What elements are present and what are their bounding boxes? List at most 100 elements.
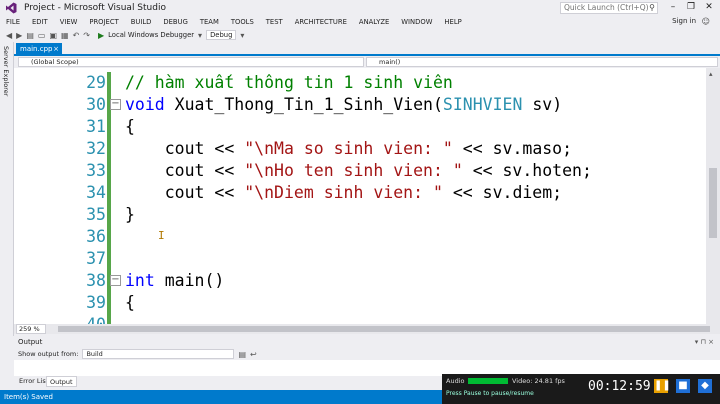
code-token: cout << [125, 161, 245, 180]
menu-tools[interactable]: TOOLS [225, 18, 260, 26]
scope-dropdown[interactable]: (Global Scope) [18, 57, 364, 67]
scroll-thumb[interactable] [709, 168, 717, 238]
change-indicator [107, 204, 111, 226]
tab-output[interactable]: Output [46, 376, 77, 387]
line-number: 35 [86, 205, 106, 224]
change-indicator [107, 226, 111, 248]
code-editor[interactable]: 29// hàm xuất thông tin 1 sinh viên 30− vo… [14, 68, 706, 324]
menu-edit[interactable]: EDIT [26, 18, 54, 26]
code-text: cout << "\nMa so sinh vien: " << sv.maso… [125, 138, 572, 160]
minimize-button[interactable]: – [664, 0, 682, 14]
code-token: void [125, 95, 165, 114]
code-line[interactable]: 31 { [14, 116, 706, 138]
code-token: << sv.maso; [452, 139, 573, 158]
open-icon[interactable]: ▭ [38, 31, 46, 40]
close-icon[interactable]: × [53, 43, 59, 55]
scroll-up-icon[interactable]: ▴ [709, 70, 713, 78]
function-dropdown[interactable]: main() [366, 57, 718, 67]
debugger-label[interactable]: Local Windows Debugger [108, 31, 194, 39]
code-line[interactable]: 38− int main() [14, 270, 706, 292]
code-line[interactable]: 37 [14, 248, 706, 270]
code-token: << sv.diem; [442, 183, 563, 202]
code-line[interactable]: 36 [14, 226, 706, 248]
code-line[interactable]: 35} [14, 204, 706, 226]
code-line[interactable]: 29 // hàm xuất thông tin 1 sinh viên [14, 72, 706, 94]
mouse-ibeam-cursor-icon: I [158, 229, 165, 242]
change-indicator [107, 72, 111, 94]
stop-icon[interactable]: ■ [676, 379, 690, 393]
navigation-bar: (Global Scope) main() [14, 56, 720, 68]
code-token: SINHVIEN [442, 95, 523, 114]
horizontal-scrollbar[interactable]: 259 % [14, 324, 720, 334]
clear-all-icon[interactable]: ▤ [238, 350, 246, 359]
pause-icon[interactable]: ❚❚ [654, 379, 671, 393]
feedback-icon[interactable]: ☺ [702, 17, 710, 26]
code-line[interactable]: 33 cout << "\nHo ten sinh vien: " << sv.… [14, 160, 706, 182]
menu-window[interactable]: WINDOW [395, 18, 438, 26]
code-text: cout << "\nDiem sinh vien: " << sv.diem; [125, 182, 562, 204]
recorder-hint: Press Pause to pause/resume [446, 390, 534, 397]
redo-icon[interactable]: ↷ [83, 31, 90, 40]
code-token: cout << [125, 139, 245, 158]
menu-debug[interactable]: DEBUG [157, 18, 193, 26]
code-token: << sv.hoten; [462, 161, 592, 180]
code-token: main() [154, 271, 225, 290]
tools-icon[interactable]: ◆ [698, 379, 712, 393]
save-all-icon[interactable]: ▦ [61, 31, 69, 40]
save-icon[interactable]: ▣ [49, 31, 57, 40]
code-line[interactable]: 40 [14, 314, 706, 324]
vertical-scrollbar[interactable]: ▴ [706, 68, 720, 324]
window-title: Project - Microsoft Visual Studio [24, 3, 166, 13]
forward-icon[interactable]: ▶ [16, 31, 22, 40]
menu-architecture[interactable]: ARCHITECTURE [289, 18, 353, 26]
change-indicator [107, 248, 111, 270]
output-panel: Output ▾ ⊓ × Show output from: Build ▤ ↩ [14, 336, 720, 376]
start-debugging-icon[interactable]: ▶ [98, 31, 104, 40]
menu-view[interactable]: VIEW [54, 18, 84, 26]
output-source-dropdown[interactable]: Build [82, 349, 235, 359]
server-explorer-tab[interactable]: Server Explorer [2, 46, 10, 96]
document-tab-well: main.cpp × [14, 42, 720, 56]
code-text: int main() [125, 270, 224, 292]
left-tool-strip: Server Explorer [0, 42, 14, 336]
chevron-down-icon[interactable]: ▾ [240, 31, 244, 40]
panel-pin-close-icon[interactable]: ▾ ⊓ × [695, 336, 714, 348]
line-number: 32 [86, 139, 106, 158]
code-line[interactable]: 39 { [14, 292, 706, 314]
horizontal-scroll-thumb[interactable] [58, 326, 710, 332]
line-number: 39 [86, 293, 106, 312]
menu-test[interactable]: TEST [260, 18, 289, 26]
change-indicator [107, 160, 111, 182]
menu-file[interactable]: FILE [0, 18, 26, 26]
menu-help[interactable]: HELP [438, 18, 467, 26]
search-icon: ⚲ [649, 3, 655, 12]
chevron-down-icon[interactable]: ▾ [198, 31, 202, 40]
undo-icon[interactable]: ↶ [73, 31, 80, 40]
code-token: { [125, 293, 135, 312]
line-number: 30 [86, 95, 106, 114]
solution-config-dropdown[interactable]: Debug [206, 30, 237, 40]
code-token: "\nMa so sinh vien: " [244, 139, 453, 158]
new-project-icon[interactable]: ▤ [26, 31, 34, 40]
code-line[interactable]: 34 cout << "\nDiem sinh vien: " << sv.di… [14, 182, 706, 204]
quick-launch-placeholder: Quick Launch (Ctrl+Q) [564, 3, 649, 12]
tab-main-cpp[interactable]: main.cpp × [16, 43, 62, 56]
menu-team[interactable]: TEAM [194, 18, 225, 26]
zoom-level[interactable]: 259 % [16, 324, 46, 334]
quick-launch-input[interactable]: Quick Launch (Ctrl+Q) ⚲ [560, 2, 658, 14]
recorder-video-fps: Video: 24.81 fps [512, 377, 565, 385]
menu-build[interactable]: BUILD [125, 18, 158, 26]
menu-project[interactable]: PROJECT [83, 18, 124, 26]
sign-in-link[interactable]: Sign in [672, 17, 696, 25]
collapse-region-icon[interactable]: − [110, 275, 121, 286]
output-panel-header: Output ▾ ⊓ × [14, 336, 720, 348]
restore-button[interactable]: ❐ [682, 0, 700, 14]
code-line[interactable]: 30− void Xuat_Thong_Tin_1_Sinh_Vien(SINHV… [14, 94, 706, 116]
code-line[interactable]: 32 cout << "\nMa so sinh vien: " << sv.m… [14, 138, 706, 160]
word-wrap-icon[interactable]: ↩ [250, 350, 257, 359]
collapse-region-icon[interactable]: − [110, 99, 121, 110]
close-button[interactable]: ✕ [700, 0, 718, 14]
menu-analyze[interactable]: ANALYZE [353, 18, 395, 26]
back-icon[interactable]: ◀ [6, 31, 12, 40]
output-toolbar: Show output from: Build ▤ ↩ [14, 348, 720, 360]
